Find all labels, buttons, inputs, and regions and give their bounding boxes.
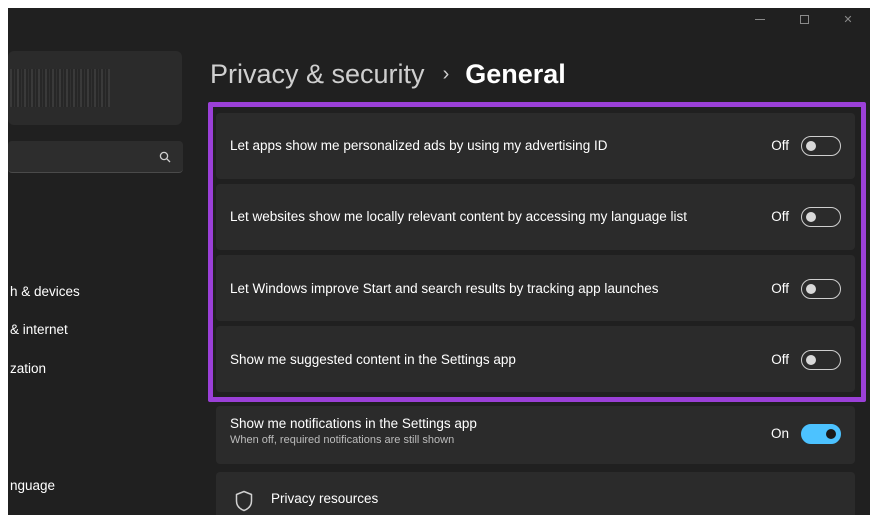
privacy-resources-label: Privacy resources	[271, 491, 379, 506]
settings-window: ✕ h & devices & internet zation nguage P…	[8, 8, 870, 515]
privacy-resources-row[interactable]: Privacy resources	[216, 472, 855, 515]
notifications-toggle[interactable]	[801, 424, 841, 444]
setting-description: When off, required notifications are sti…	[230, 434, 455, 446]
account-avatar-placeholder	[10, 69, 110, 107]
search-icon[interactable]	[159, 151, 171, 163]
minimize-icon[interactable]	[738, 8, 782, 30]
account-card[interactable]	[8, 51, 182, 125]
window-controls: ✕	[738, 8, 870, 30]
sidebar-item-network-internet[interactable]: & internet	[10, 322, 68, 337]
shield-icon	[235, 490, 253, 512]
setting-row-notifications: Show me notifications in the Settings ap…	[216, 406, 855, 464]
search-input[interactable]	[8, 141, 183, 173]
breadcrumb-parent[interactable]: Privacy & security	[210, 59, 425, 90]
toggle-state-label: On	[770, 426, 789, 441]
sidebar-item-personalization[interactable]: zation	[10, 361, 46, 376]
sidebar-item-bluetooth-devices[interactable]: h & devices	[10, 284, 80, 299]
maximize-icon[interactable]	[782, 8, 826, 30]
breadcrumb: Privacy & security › General	[210, 59, 566, 90]
sidebar-item-time-language[interactable]: nguage	[10, 478, 55, 493]
chevron-right-icon: ›	[442, 63, 450, 85]
setting-label: Show me notifications in the Settings ap…	[230, 416, 477, 431]
screenshot-frame: ✕ h & devices & internet zation nguage P…	[0, 0, 870, 515]
highlight-annotation	[208, 102, 866, 402]
close-icon[interactable]: ✕	[826, 8, 870, 30]
page-title: General	[465, 59, 566, 89]
